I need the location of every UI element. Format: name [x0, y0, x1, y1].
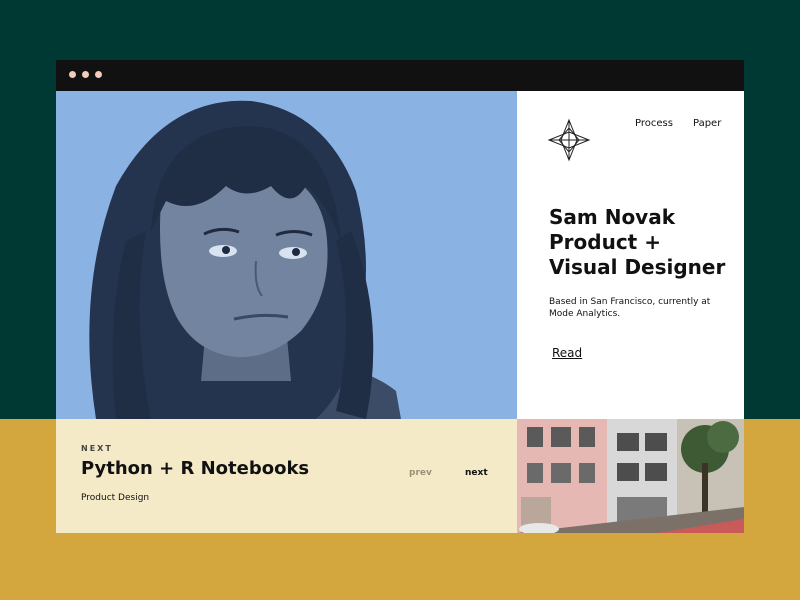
window-control-dot[interactable] — [95, 71, 102, 78]
portrait-photo — [56, 91, 517, 419]
next-link[interactable]: next — [465, 468, 488, 478]
hero-title-line: Sam Novak — [549, 205, 676, 229]
hero-title: Sam Novak Product + Visual Designer — [549, 205, 739, 280]
next-project-category: Product Design — [81, 493, 150, 503]
prev-link[interactable]: prev — [409, 468, 432, 478]
next-label: NEXT — [81, 444, 113, 453]
read-link[interactable]: Read — [552, 346, 582, 360]
window-titlebar — [56, 60, 744, 91]
next-project-thumbnail[interactable] — [517, 419, 744, 533]
san-francisco-street-photo — [517, 419, 744, 533]
hero-portrait — [56, 91, 517, 419]
window-control-dot[interactable] — [69, 71, 76, 78]
nav-link-process[interactable]: Process — [635, 118, 673, 129]
star-compass-logo-icon[interactable] — [547, 118, 591, 162]
intro-description: Based in San Francisco, currently at Mod… — [549, 297, 711, 319]
next-project-title[interactable]: Python + R Notebooks — [81, 458, 309, 479]
window-control-dot[interactable] — [82, 71, 89, 78]
nav-link-paper[interactable]: Paper — [693, 118, 721, 129]
intro-panel: Process Paper Sam Novak Product + Visual… — [517, 91, 744, 419]
hero-title-line: Product + — [549, 230, 661, 254]
next-project-panel[interactable]: NEXT Python + R Notebooks Product Design — [56, 419, 517, 533]
browser-window: Process Paper Sam Novak Product + Visual… — [56, 60, 744, 533]
hero-title-line: Visual Designer — [549, 255, 726, 279]
